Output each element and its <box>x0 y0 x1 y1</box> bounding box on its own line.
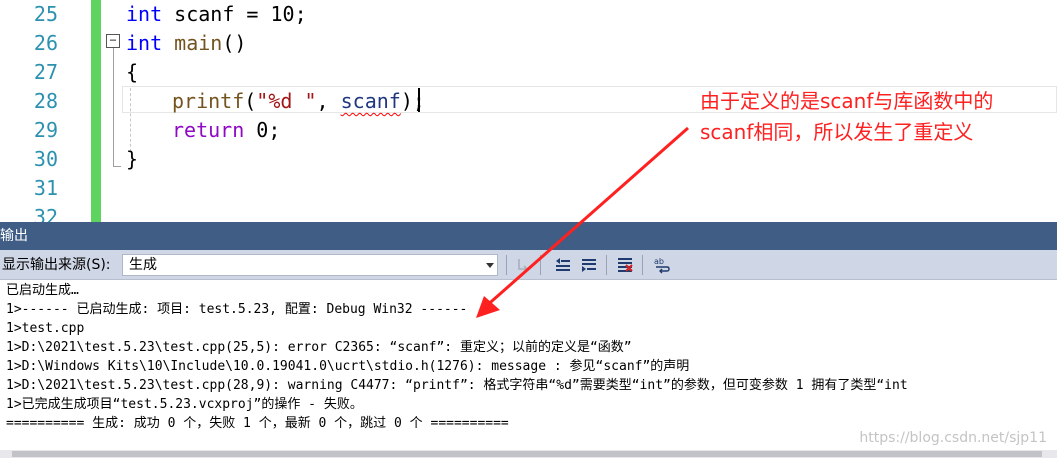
text-caret <box>418 88 420 112</box>
code-text: () <box>222 31 247 55</box>
function-name: printf <box>172 89 245 113</box>
keyword: int <box>126 31 163 55</box>
prev-message-icon[interactable] <box>552 254 574 276</box>
keyword: int <box>126 2 163 26</box>
toolbar-separator <box>642 255 643 275</box>
line-number: 25 <box>33 2 58 26</box>
change-tracking-bar <box>91 0 101 222</box>
line-number: 27 <box>33 60 58 84</box>
toolbar-separator <box>506 255 507 275</box>
find-message-icon[interactable] <box>513 254 535 276</box>
scrollbar-thumb[interactable] <box>12 451 1042 457</box>
code-text: scanf = 10; <box>162 2 307 26</box>
output-line[interactable]: 1>D:\2021\test.5.23\test.cpp(25,5): erro… <box>6 338 632 357</box>
error-squiggle-identifier[interactable]: scanf <box>341 89 401 113</box>
code-line-25[interactable]: int scanf = 10; <box>126 0 307 29</box>
word-wrap-icon[interactable]: ab <box>651 254 673 276</box>
annotation-line-1: 由于定义的是scanf与库函数中的 <box>700 89 994 113</box>
next-message-icon[interactable] <box>578 254 600 276</box>
output-source-label: 显示输出来源(S): <box>2 257 111 273</box>
string-literal: "%d " <box>256 89 317 113</box>
keyword: return <box>172 118 245 142</box>
code-text: , <box>316 89 341 113</box>
output-line[interactable]: 1>D:\2021\test.5.23\test.cpp(28,9): warn… <box>6 376 908 395</box>
line-number: 31 <box>33 176 58 200</box>
collapse-toggle-icon[interactable]: − <box>106 34 120 48</box>
code-line-28[interactable]: printf("%d ", scanf); <box>172 87 425 116</box>
output-line: 1>test.cpp <box>6 321 85 336</box>
watermark: https://blog.csdn.net/sjp11 <box>859 430 1047 446</box>
line-number: 26 <box>33 31 58 55</box>
output-line: 已启动生成… <box>6 283 79 298</box>
annotation-line-2: scanf相同，所以发生了重定义 <box>700 120 974 144</box>
indent-guide <box>130 88 131 152</box>
chevron-down-icon[interactable] <box>486 263 494 268</box>
line-number: 28 <box>33 89 58 113</box>
code-line-26[interactable]: int main() <box>126 29 246 58</box>
line-number: 29 <box>33 118 58 142</box>
output-text-area[interactable]: 已启动生成… 1>------ 已启动生成: 项目: test.5.23, 配置… <box>0 280 1057 450</box>
fold-guide-end <box>113 166 121 167</box>
output-line: ========== 生成: 成功 0 个，失败 1 个，最新 0 个，跳过 0… <box>6 416 509 431</box>
toolbar-separator <box>540 255 541 275</box>
clear-all-icon[interactable] <box>614 254 636 276</box>
line-number: 32 <box>33 205 58 222</box>
output-panel-title-bar[interactable]: 输出 <box>0 222 1057 250</box>
code-line-27[interactable]: { <box>126 58 138 87</box>
code-text: ); <box>400 89 425 113</box>
code-line-30[interactable]: } <box>126 145 138 174</box>
output-source-value: 生成 <box>129 257 157 273</box>
code-text: 0; <box>244 118 281 142</box>
toolbar-separator <box>606 255 607 275</box>
output-source-dropdown[interactable]: 生成 <box>122 254 498 276</box>
output-panel-title: 输出 <box>0 228 28 244</box>
output-toolbar: 显示输出来源(S): 生成 ab <box>0 250 1057 280</box>
fold-guide <box>113 48 114 166</box>
function-name: main <box>162 31 223 55</box>
line-number: 30 <box>33 147 58 171</box>
code-text: ( <box>244 89 257 113</box>
code-line-29[interactable]: return 0; <box>172 116 280 145</box>
output-line: 1>------ 已启动生成: 项目: test.5.23, 配置: Debug… <box>6 302 468 317</box>
output-line[interactable]: 1>D:\Windows Kits\10\Include\10.0.19041.… <box>6 357 689 376</box>
svg-text:ab: ab <box>654 257 664 266</box>
output-line: 1>已完成生成项目“test.5.23.vcxproj”的操作 - 失败。 <box>6 397 363 412</box>
